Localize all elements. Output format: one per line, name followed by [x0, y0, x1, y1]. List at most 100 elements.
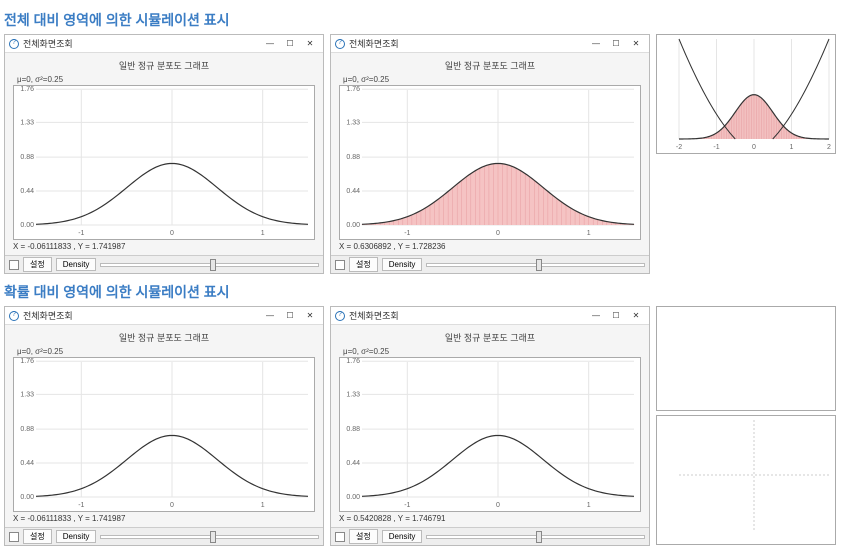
density-tab[interactable]: Density: [382, 530, 423, 543]
chart-title: 일반 정규 분포도 그래프: [13, 329, 315, 346]
section-title-bottom: 확률 대비 영역에 의한 시뮬레이션 표시: [4, 282, 851, 302]
svg-text:1.76: 1.76: [346, 358, 360, 365]
svg-text:0: 0: [170, 502, 174, 509]
slider-thumb[interactable]: [210, 531, 216, 543]
thumb-column-top: -2-1012: [656, 34, 836, 274]
svg-text:0.00: 0.00: [20, 222, 34, 229]
svg-text:1: 1: [790, 144, 794, 151]
coord-readout: X = -0.06111833 , Y = 1.741987: [13, 512, 315, 525]
window-title: 전체화면조회: [23, 309, 261, 322]
svg-text:1.76: 1.76: [346, 86, 360, 93]
maximize-button[interactable]: ☐: [281, 309, 299, 323]
svg-text:1: 1: [261, 230, 265, 237]
svg-text:0: 0: [496, 230, 500, 237]
bottom-toolbar: 설정 Density: [5, 527, 323, 545]
svg-text:0.44: 0.44: [346, 460, 360, 467]
coord-readout: X = 0.6306892 , Y = 1.728236: [339, 240, 641, 253]
close-button[interactable]: ✕: [627, 309, 645, 323]
svg-text:0.88: 0.88: [20, 426, 34, 433]
checkbox[interactable]: [335, 260, 345, 270]
thumbnail-bottom: [656, 415, 836, 545]
plot-window-bottom-right: 전체화면조회 — ☐ ✕ 일반 정규 분포도 그래프 μ=0, σ²=0.25 …: [330, 306, 650, 546]
density-tab[interactable]: Density: [56, 258, 97, 271]
help-icon: [335, 311, 345, 321]
bottom-toolbar: 설정 Density: [331, 255, 649, 273]
svg-text:1.33: 1.33: [20, 119, 34, 126]
svg-text:1: 1: [587, 230, 591, 237]
plot-window-top-left: 전체화면조회 — ☐ ✕ 일반 정규 분포도 그래프 μ=0, σ²=0.25 …: [4, 34, 324, 274]
svg-text:-1: -1: [404, 230, 410, 237]
minimize-button[interactable]: —: [587, 37, 605, 51]
slider-thumb[interactable]: [536, 531, 542, 543]
title-bar: 전체화면조회 — ☐ ✕: [331, 35, 649, 53]
close-button[interactable]: ✕: [301, 37, 319, 51]
svg-text:0.88: 0.88: [20, 154, 34, 161]
window-title: 전체화면조회: [349, 309, 587, 322]
slider[interactable]: [100, 263, 319, 267]
slider-thumb[interactable]: [210, 259, 216, 271]
svg-text:1.76: 1.76: [20, 86, 34, 93]
svg-text:0: 0: [170, 230, 174, 237]
svg-text:1: 1: [261, 502, 265, 509]
window-title: 전체화면조회: [23, 37, 261, 50]
density-tab[interactable]: Density: [56, 530, 97, 543]
svg-text:2: 2: [827, 144, 831, 151]
svg-text:0.88: 0.88: [346, 154, 360, 161]
thumbnail-top: -2-1012: [656, 34, 836, 154]
thumbnail-mid: [656, 306, 836, 411]
minimize-button[interactable]: —: [261, 309, 279, 323]
minimize-button[interactable]: —: [587, 309, 605, 323]
settings-tab[interactable]: 설정: [349, 529, 378, 544]
density-tab[interactable]: Density: [382, 258, 423, 271]
bottom-toolbar: 설정 Density: [331, 527, 649, 545]
row-top: 전체화면조회 — ☐ ✕ 일반 정규 분포도 그래프 μ=0, σ²=0.25 …: [4, 34, 851, 274]
svg-text:-1: -1: [404, 502, 410, 509]
title-bar: 전체화면조회 — ☐ ✕: [5, 35, 323, 53]
checkbox[interactable]: [9, 532, 19, 542]
settings-tab[interactable]: 설정: [23, 529, 52, 544]
coord-readout: X = 0.5420828 , Y = 1.746791: [339, 512, 641, 525]
row-bottom: 전체화면조회 — ☐ ✕ 일반 정규 분포도 그래프 μ=0, σ²=0.25 …: [4, 306, 851, 546]
help-icon: [9, 39, 19, 49]
chart-canvas-top-right[interactable]: -1 0 1 0.00 0.44 0.88 1.33 1.76: [339, 85, 641, 240]
chart-legend: μ=0, σ²=0.25: [13, 74, 315, 85]
slider[interactable]: [100, 535, 319, 539]
chart-title: 일반 정규 분포도 그래프: [339, 329, 641, 346]
svg-text:1.33: 1.33: [346, 391, 360, 398]
maximize-button[interactable]: ☐: [607, 309, 625, 323]
title-bar: 전체화면조회 — ☐ ✕: [5, 307, 323, 325]
svg-text:1.33: 1.33: [20, 391, 34, 398]
svg-text:0.44: 0.44: [346, 188, 360, 195]
settings-tab[interactable]: 설정: [349, 257, 378, 272]
svg-text:1.76: 1.76: [20, 358, 34, 365]
plot-window-top-right: 전체화면조회 — ☐ ✕ 일반 정규 분포도 그래프 μ=0, σ²=0.25 …: [330, 34, 650, 274]
chart-legend: μ=0, σ²=0.25: [339, 74, 641, 85]
minimize-button[interactable]: —: [261, 37, 279, 51]
svg-text:0.00: 0.00: [20, 494, 34, 501]
checkbox[interactable]: [335, 532, 345, 542]
slider[interactable]: [426, 263, 645, 267]
section-title-top: 전체 대비 영역에 의한 시뮬레이션 표시: [4, 10, 851, 30]
close-button[interactable]: ✕: [627, 37, 645, 51]
chart-canvas-bottom-left[interactable]: -1010.000.440.881.331.76: [13, 357, 315, 512]
plot-window-bottom-left: 전체화면조회 — ☐ ✕ 일반 정규 분포도 그래프 μ=0, σ²=0.25 …: [4, 306, 324, 546]
thumb-column-bottom: [656, 306, 836, 546]
slider-thumb[interactable]: [536, 259, 542, 271]
svg-text:0.00: 0.00: [346, 222, 360, 229]
svg-text:-2: -2: [676, 144, 682, 151]
help-icon: [335, 39, 345, 49]
settings-tab[interactable]: 설정: [23, 257, 52, 272]
checkbox[interactable]: [9, 260, 19, 270]
maximize-button[interactable]: ☐: [281, 37, 299, 51]
svg-text:0.00: 0.00: [346, 494, 360, 501]
slider[interactable]: [426, 535, 645, 539]
svg-text:1: 1: [587, 502, 591, 509]
coord-readout: X = -0.06111833 , Y = 1.741987: [13, 240, 315, 253]
window-title: 전체화면조회: [349, 37, 587, 50]
close-button[interactable]: ✕: [301, 309, 319, 323]
chart-canvas-top-left[interactable]: -1010.000.440.881.331.76: [13, 85, 315, 240]
chart-canvas-bottom-right[interactable]: -1010.000.440.881.331.76: [339, 357, 641, 512]
svg-text:1.33: 1.33: [346, 119, 360, 126]
maximize-button[interactable]: ☐: [607, 37, 625, 51]
chart-title: 일반 정규 분포도 그래프: [339, 57, 641, 74]
